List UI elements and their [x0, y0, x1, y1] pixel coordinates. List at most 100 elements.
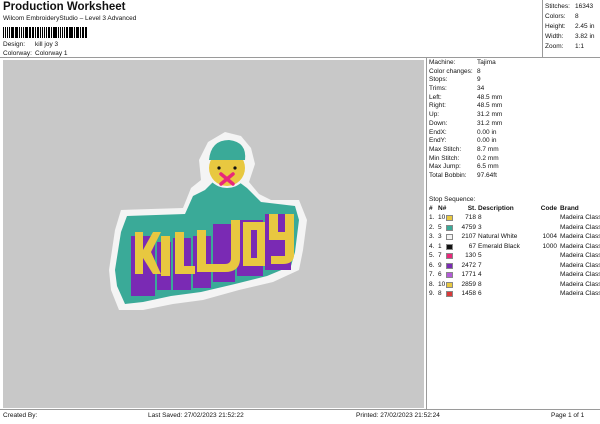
- footer-saved: Last Saved: 27/02/2023 21:52:22: [148, 412, 244, 419]
- software-subtitle: Wilcom EmbroideryStudio – Level 3 Advanc…: [3, 15, 137, 22]
- thread-brand: Madeira Classic 40: [560, 290, 600, 297]
- property-row: Trims: 34: [429, 85, 599, 94]
- needle-number: 10: [438, 214, 446, 221]
- barcode-bar: [77, 27, 80, 38]
- barcode-bar: [86, 27, 88, 38]
- property-label: Min Stitch:: [429, 154, 460, 162]
- thread-description: 8: [478, 280, 482, 288]
- stop-index: 9.: [429, 290, 435, 297]
- property-label: Max Stitch:: [429, 145, 462, 153]
- table-row: 9.8 14586 Madeira Classic 40: [429, 290, 600, 300]
- design-meta: Design: kill joy 3 Colorway: Colorway 1: [0, 41, 200, 61]
- property-row: Color changes: 8: [429, 68, 599, 77]
- stop-index: 3.: [429, 233, 435, 240]
- header-divider: [0, 57, 600, 58]
- stitch-count: 2472: [461, 261, 476, 269]
- table-row: 8.10 28598 Madeira Classic 40: [429, 280, 600, 291]
- property-value: 48.5 mm: [477, 93, 503, 101]
- property-label: Up:: [429, 111, 440, 119]
- property-value: 6.5 mm: [477, 163, 499, 171]
- property-row: Right: 48.5 mm: [429, 102, 599, 111]
- thread-brand: Madeira Classic 40: [560, 223, 600, 231]
- design-value: kill joy 3: [35, 41, 59, 48]
- top-stats: Stitches: 16343 Colors: 8 Height: 2.45 in W…: [545, 2, 599, 52]
- property-row: Machine: Tajima: [429, 59, 599, 68]
- property-value: 0.2 mm: [477, 154, 499, 162]
- machine-properties: Machine: Tajima Color changes: 8 Stops: 9 Trim…: [429, 59, 599, 181]
- barcode-bar: [70, 27, 73, 38]
- property-label: Stops:: [429, 76, 448, 84]
- barcode-bar: [54, 27, 57, 38]
- thread-description: 8: [478, 214, 482, 221]
- color-swatch: [446, 281, 453, 288]
- barcode-bar: [22, 27, 25, 38]
- barcode-bar: [4, 27, 7, 38]
- color-swatch: [446, 224, 453, 231]
- property-label: EndX:: [429, 128, 447, 136]
- color-swatch: [446, 215, 453, 221]
- stats-divider: [542, 0, 543, 57]
- thread-description: 6: [478, 290, 482, 297]
- barcode-bar: [16, 27, 18, 38]
- property-row: Stops: 9: [429, 76, 599, 85]
- barcode-bar: [20, 27, 22, 38]
- stitch-count: 718: [465, 214, 476, 221]
- stop-index: 1.: [429, 214, 435, 221]
- barcode-bar: [28, 27, 30, 38]
- stat-row: Stitches: 16343: [545, 3, 594, 10]
- table-row: 3.3 2107Natural White 1004Madeira Classic …: [429, 233, 600, 243]
- property-row: Up: 31.2 mm: [429, 111, 599, 120]
- needle-number: 8: [438, 290, 442, 297]
- needle-number: 7: [438, 252, 442, 259]
- barcode-bar: [40, 27, 41, 38]
- footer-printed: Printed: 27/02/2023 21:52:24: [356, 412, 440, 419]
- stop-sequence-header: # N# St. Description Code Brand: [429, 205, 579, 212]
- property-value: 9: [477, 76, 481, 84]
- table-row: 2.5 47593 Madeira Classic 40: [429, 223, 600, 234]
- property-value: 0.00 in: [477, 128, 497, 136]
- thread-description: Natural White: [478, 233, 518, 240]
- stitch-count: 130: [465, 252, 476, 259]
- barcode-bar: [46, 27, 48, 38]
- stitch-count: 1771: [461, 271, 476, 278]
- property-row: Left: 48.5 mm: [429, 94, 599, 103]
- color-swatch: [446, 243, 453, 250]
- property-label: Machine:: [429, 59, 456, 66]
- property-row: Max Stitch: 8.7 mm: [429, 146, 599, 155]
- property-value: 48.5 mm: [477, 102, 503, 110]
- stop-index: 4.: [429, 242, 435, 250]
- stat-row: Width: 3.82 in: [545, 33, 595, 40]
- stop-index: 6.: [429, 261, 435, 269]
- barcode-bar: [64, 27, 65, 38]
- colorway-label: Colorway:: [3, 50, 32, 57]
- barcode-bar: [75, 27, 77, 38]
- needle-number: 9: [438, 261, 442, 269]
- table-row: 5.7 1305 Madeira Classic 40: [429, 252, 600, 262]
- footer-page: Page 1 of 1: [551, 412, 585, 419]
- stop-index: 8.: [429, 280, 435, 288]
- barcode-bar: [48, 27, 50, 38]
- thread-description: 7: [478, 261, 482, 269]
- footer-created: Created By:: [3, 412, 38, 419]
- thread-description: 3: [478, 223, 482, 231]
- barcode-bar: [68, 27, 70, 38]
- barcode-bar: [34, 27, 36, 38]
- table-row: 1.10 7188 Madeira Classic 40: [429, 214, 600, 224]
- color-swatch: [446, 272, 453, 278]
- barcode-bar: [52, 27, 54, 38]
- design-artwork: [109, 132, 307, 310]
- property-value: 34: [477, 85, 485, 93]
- barcode-bar: [25, 27, 28, 38]
- property-row: Min Stitch: 0.2 mm: [429, 155, 599, 164]
- panel-divider: [426, 57, 427, 409]
- page-title: Production Worksheet: [3, 1, 126, 13]
- needle-number: 10: [438, 280, 446, 288]
- color-swatch: [446, 291, 453, 297]
- barcode-bar: [36, 27, 40, 38]
- property-label: Color changes:: [429, 67, 473, 75]
- thread-brand: Madeira Classic 40: [560, 252, 600, 259]
- needle-number: 5: [438, 223, 442, 231]
- property-row: Down: 31.2 mm: [429, 120, 599, 129]
- barcode-bar: [30, 27, 32, 38]
- property-label: Trims:: [429, 85, 447, 93]
